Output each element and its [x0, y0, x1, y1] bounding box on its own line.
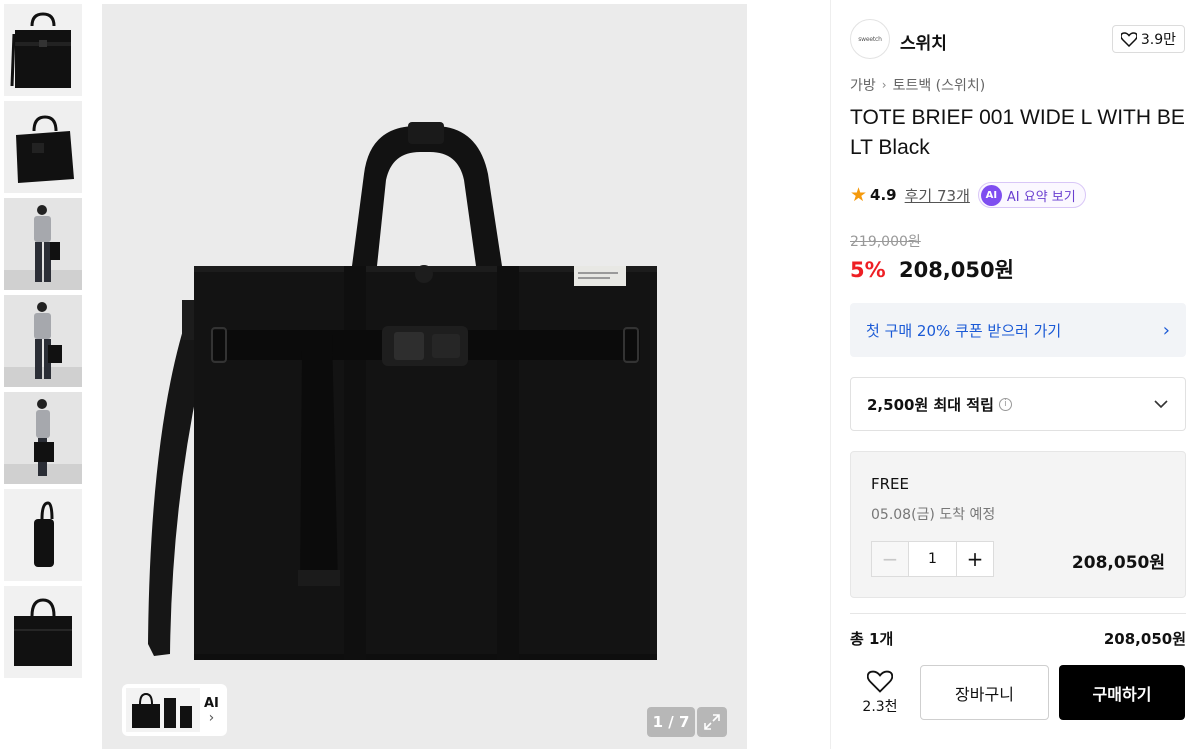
- tote-bag-image: [102, 4, 747, 749]
- first-purchase-coupon-banner[interactable]: 첫 구매 20% 쿠폰 받으러 가기 ›: [850, 303, 1186, 357]
- thumbnail-2[interactable]: [4, 101, 82, 193]
- wishlist-count: 2.3천: [862, 698, 898, 715]
- heart-icon: [1120, 31, 1137, 47]
- rating-row: ★ 4.9 후기 73개 AI AI 요약 보기: [850, 182, 1086, 208]
- arrival-date: 05.08(금) 도착 예정: [871, 507, 996, 523]
- coupon-text: 첫 구매 20% 쿠폰 받으러 가기: [866, 321, 1062, 340]
- panel-divider: [830, 0, 831, 749]
- quantity-input[interactable]: 1: [908, 542, 957, 576]
- thumbnail-5[interactable]: [4, 392, 82, 484]
- thumbnail-6[interactable]: [4, 489, 82, 581]
- rating-score: 4.9: [870, 186, 897, 204]
- bag-front-photo: [4, 4, 82, 96]
- ai-view-button[interactable]: AI ›: [122, 684, 227, 736]
- divider: [850, 613, 1186, 614]
- thumbnail-1[interactable]: [4, 4, 82, 96]
- points-label: 2,500원 최대 적립 i: [867, 394, 1012, 415]
- main-product-image[interactable]: AI › 1 / 7: [102, 4, 747, 749]
- wishlist-button[interactable]: 2.3천: [850, 665, 910, 720]
- option-price: 208,050원: [1071, 553, 1165, 573]
- brand-row: sweetch 스위치 3.9만: [850, 19, 1186, 59]
- buy-now-button[interactable]: 구매하기: [1059, 665, 1185, 720]
- thumbnail-list: [4, 4, 82, 683]
- ai-preview-icon: [126, 688, 200, 732]
- breadcrumb-subcategory[interactable]: 토트백 (스위치): [893, 75, 986, 95]
- review-count-link[interactable]: 후기 73개: [905, 185, 970, 206]
- bag-side-photo: [4, 489, 82, 581]
- chevron-right-icon: ›: [1162, 319, 1170, 341]
- heart-icon: [867, 670, 893, 693]
- info-icon[interactable]: i: [998, 397, 1012, 411]
- total-row: 총 1개 208,050원: [850, 628, 1186, 649]
- add-to-cart-button[interactable]: 장바구니: [920, 665, 1049, 720]
- breadcrumb-category[interactable]: 가방: [850, 75, 876, 95]
- ai-view-label: AI: [204, 695, 219, 711]
- breadcrumb: 가방 › 토트백 (스위치): [850, 75, 985, 95]
- quantity-stepper: − 1 +: [871, 541, 994, 577]
- brand-like-count: 3.9만: [1140, 32, 1176, 48]
- bag-flat-photo: [4, 586, 82, 678]
- ai-view-side: AI ›: [204, 696, 219, 725]
- model-front-photo: [4, 198, 82, 290]
- product-title: TOTE BRIEF 001 WIDE L WITH BELT Black: [850, 106, 1185, 159]
- purchase-actions: 2.3천 장바구니 구매하기: [850, 665, 1186, 720]
- sale-price: 208,050원: [898, 258, 1014, 282]
- image-pager: 1 / 7: [647, 707, 695, 737]
- ai-summary-label: AI 요약 보기: [1006, 189, 1076, 205]
- points-text: 2,500원 최대 적립: [867, 395, 994, 414]
- brand-like-button[interactable]: 3.9만: [1111, 25, 1185, 53]
- total-count: 총 1개: [850, 630, 894, 648]
- model-carry-photo: [4, 295, 82, 387]
- model-side-photo: [4, 392, 82, 484]
- thumbnail-7[interactable]: [4, 586, 82, 678]
- expand-icon: [704, 714, 720, 730]
- increase-quantity-button[interactable]: +: [957, 542, 993, 576]
- expand-button[interactable]: [697, 707, 727, 737]
- thumbnail-4[interactable]: [4, 295, 82, 387]
- points-accordion[interactable]: 2,500원 최대 적립 i: [850, 377, 1186, 431]
- decrease-quantity-button[interactable]: −: [872, 542, 908, 576]
- ai-summary-button[interactable]: AI AI 요약 보기: [977, 182, 1086, 208]
- chevron-right-icon: ›: [208, 709, 215, 726]
- bag-angle-photo: [4, 101, 82, 193]
- selected-option-box: FREE 05.08(금) 도착 예정 − 1 + 208,050원: [850, 451, 1186, 598]
- brand-logo[interactable]: sweetch: [850, 19, 890, 59]
- shipping-fee: FREE: [871, 475, 910, 493]
- thumbnail-3[interactable]: [4, 198, 82, 290]
- chevron-right-icon: ›: [881, 78, 887, 92]
- star-icon: ★: [850, 184, 868, 206]
- ai-badge-icon: AI: [980, 184, 1002, 206]
- brand-name[interactable]: 스위치: [900, 29, 947, 54]
- original-price: 219,000원: [850, 234, 921, 250]
- discount-rate: 5%: [850, 258, 886, 282]
- total-price: 208,050원: [1103, 630, 1186, 648]
- chevron-down-icon: [1154, 400, 1168, 409]
- price-row: 5% 208,050원: [850, 254, 1014, 284]
